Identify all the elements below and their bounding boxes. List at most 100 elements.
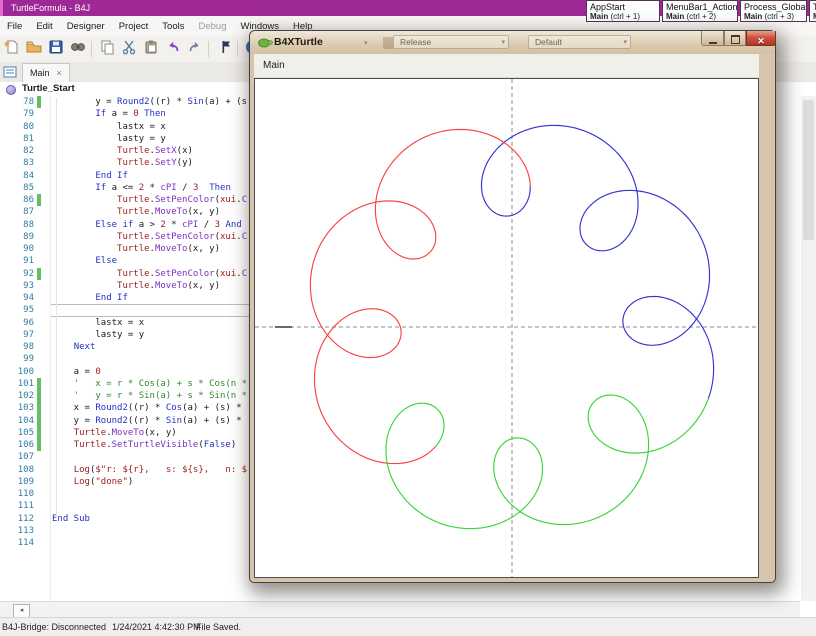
change-bar xyxy=(37,464,41,476)
line-number: 80 xyxy=(0,121,34,133)
new-file-icon[interactable] xyxy=(2,39,22,59)
hscroll-left-arrow-icon[interactable]: ◂ xyxy=(13,604,30,618)
close-button[interactable]: ✕ xyxy=(746,31,776,46)
code-text: Else xyxy=(52,256,117,266)
code-text: ' y = r * Sin(a) + s * Sin(n * a) xyxy=(52,391,263,401)
minimize-icon xyxy=(709,42,717,44)
code-text: Turtle.SetPenColor(xui.C xyxy=(52,195,247,205)
code-text: Turtle.SetPenColor(xui.C xyxy=(52,269,247,279)
line-number: 109 xyxy=(0,476,34,488)
code-text: x = Round2((r) * Cos(a) + (s) * xyxy=(52,403,247,413)
change-bar xyxy=(37,292,41,304)
change-bar xyxy=(37,145,41,157)
minimize-button[interactable] xyxy=(701,31,724,46)
change-bar xyxy=(37,121,41,133)
change-bar xyxy=(37,488,41,500)
change-bar xyxy=(37,341,41,353)
code-text: Turtle.SetTurtleVisible(False) xyxy=(52,440,236,450)
quick-button-process_globals[interactable]: Process_GlobalsMain (ctrl + 3) xyxy=(740,0,807,22)
find-icon[interactable] xyxy=(68,39,88,59)
change-bar xyxy=(37,390,41,402)
open-project-icon[interactable] xyxy=(24,39,44,59)
change-bar xyxy=(37,108,41,120)
change-bar xyxy=(37,513,41,525)
cut-icon[interactable] xyxy=(119,39,139,59)
change-bar xyxy=(37,182,41,194)
change-bar xyxy=(37,317,41,329)
change-bar xyxy=(37,378,41,390)
status-timestamp: 1/24/2021 4:42:30 PM xyxy=(112,618,201,636)
code-text: Turtle.MoveTo(x, y) xyxy=(52,207,220,217)
line-number: 112 xyxy=(0,513,34,525)
menu-item-debug[interactable]: Debug xyxy=(191,17,233,37)
close-icon: ✕ xyxy=(757,36,765,46)
tab-main[interactable]: Main × xyxy=(22,63,70,82)
curve-segment-blue xyxy=(482,125,714,398)
editor-horizontal-scrollbar[interactable]: ◂ xyxy=(0,601,800,618)
b4j-ide-window: TurtleFormula - B4J FileEditDesignerProj… xyxy=(0,0,816,636)
line-number: 83 xyxy=(0,157,34,169)
line-number: 85 xyxy=(0,182,34,194)
quick-button-menubar1_action[interactable]: MenuBar1_ActionMain (ctrl + 2) xyxy=(662,0,738,22)
ghost-build-config-combobox: Release▾ xyxy=(393,35,509,49)
change-bar xyxy=(37,304,41,316)
bookmark-icon[interactable] xyxy=(214,39,234,59)
code-text: End If xyxy=(52,171,128,181)
curve-segment-green xyxy=(386,395,708,529)
tab-main-label: Main xyxy=(30,68,50,78)
turtle-window-title-bar[interactable]: B4XTurtle ▾ Release▾ Default▾ ✕ xyxy=(250,31,775,54)
line-number: 104 xyxy=(0,415,34,427)
menu-item-file[interactable]: File xyxy=(0,17,29,37)
quick-button-t[interactable]: TM xyxy=(809,0,816,22)
line-number: 88 xyxy=(0,219,34,231)
change-bar xyxy=(37,525,41,537)
code-text: If a = 0 Then xyxy=(52,109,166,119)
menu-item-edit[interactable]: Edit xyxy=(29,17,59,37)
turtle-canvas xyxy=(254,78,759,578)
change-bar xyxy=(37,537,41,549)
change-bar xyxy=(37,194,41,206)
line-number: 105 xyxy=(0,427,34,439)
change-bar xyxy=(37,476,41,488)
line-number: 82 xyxy=(0,145,34,157)
curve-segment-red xyxy=(310,130,530,464)
line-number: 78 xyxy=(0,96,34,108)
turtle-menu-main[interactable]: Main xyxy=(254,54,294,77)
vscroll-thumb[interactable] xyxy=(803,100,814,240)
line-number: 99 xyxy=(0,353,34,365)
line-number: 84 xyxy=(0,170,34,182)
line-number: 91 xyxy=(0,255,34,267)
copy-icon[interactable] xyxy=(97,39,117,59)
b4xturtle-window[interactable]: B4XTurtle ▾ Release▾ Default▾ ✕ Main xyxy=(249,30,776,583)
change-bar xyxy=(37,451,41,463)
save-icon[interactable] xyxy=(46,39,66,59)
redo-icon[interactable] xyxy=(185,39,205,59)
line-number: 103 xyxy=(0,402,34,414)
change-bar xyxy=(37,439,41,451)
turtle-window-menu-bar: Main xyxy=(254,54,759,78)
line-number: 113 xyxy=(0,525,34,537)
editor-vertical-scrollbar[interactable] xyxy=(801,96,816,601)
line-number: 107 xyxy=(0,451,34,463)
code-text: lasty = y xyxy=(52,134,166,144)
code-text: Turtle.MoveTo(x, y) xyxy=(52,244,220,254)
code-text: Log($"r: ${r}, s: ${s}, n: $ xyxy=(52,465,247,475)
menu-item-designer[interactable]: Designer xyxy=(60,17,112,37)
change-bar xyxy=(37,255,41,267)
toolbar-separator xyxy=(237,41,238,57)
code-text: ' x = r * Cos(a) + s * Cos(n * a) xyxy=(52,379,263,389)
maximize-button[interactable] xyxy=(724,31,746,46)
gutter-separator xyxy=(50,96,51,601)
change-bar xyxy=(37,280,41,292)
quick-button-appstart[interactable]: AppStartMain (ctrl + 1) xyxy=(586,0,660,22)
undo-icon[interactable] xyxy=(163,39,183,59)
menu-item-tools[interactable]: Tools xyxy=(155,17,191,37)
ghost-toolbar-icon xyxy=(383,37,393,49)
menu-item-project[interactable]: Project xyxy=(112,17,156,37)
tab-close-icon[interactable]: × xyxy=(57,68,62,78)
code-text: Else if a > 2 * cPI / 3 And xyxy=(52,220,247,230)
toolbar-separator xyxy=(91,41,92,57)
line-number: 106 xyxy=(0,439,34,451)
window-title: TurtleFormula - B4J xyxy=(11,0,90,16)
paste-icon[interactable] xyxy=(141,39,161,59)
